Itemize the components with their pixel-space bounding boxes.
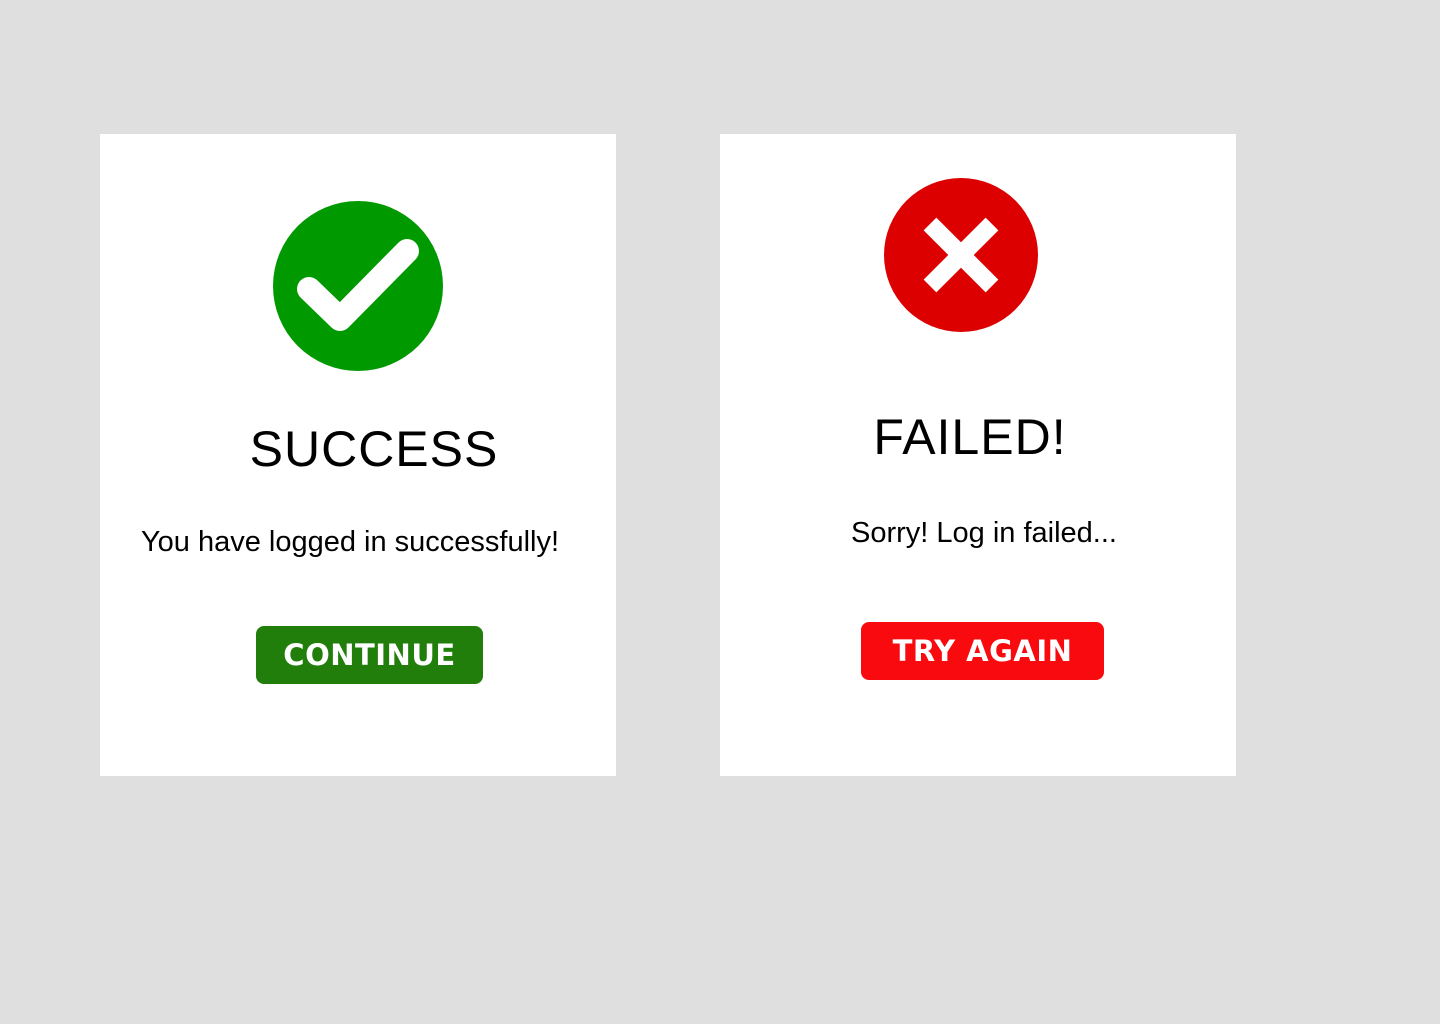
failed-card: FAILED! Sorry! Log in failed... TRY AGAI… xyxy=(720,134,1236,776)
check-circle-icon xyxy=(273,201,443,371)
failed-message: Sorry! Log in failed... xyxy=(851,517,1117,549)
x-circle-icon xyxy=(884,178,1038,332)
failed-title: FAILED! xyxy=(873,409,1067,465)
try-again-button[interactable]: TRY AGAIN xyxy=(861,622,1104,680)
success-title: SUCCESS xyxy=(249,421,499,477)
success-message: You have logged in successfully! xyxy=(140,526,560,558)
continue-button[interactable]: CONTINUE xyxy=(256,626,483,684)
success-card: SUCCESS You have logged in successfully!… xyxy=(100,134,616,776)
